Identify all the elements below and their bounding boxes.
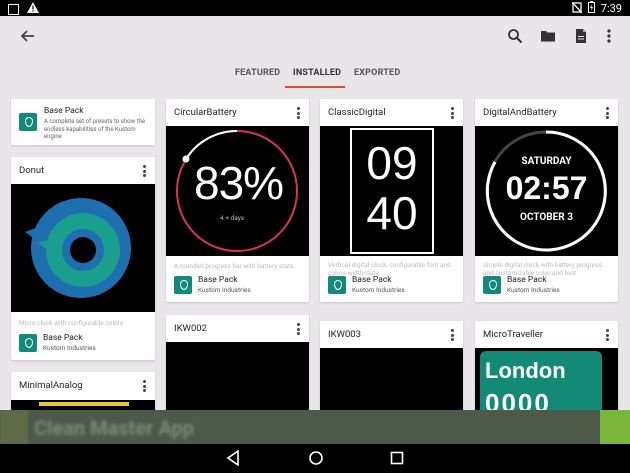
clock-day: SATURDAY: [521, 156, 572, 167]
ad-banner[interactable]: Clean Master App: [0, 410, 630, 444]
minimalanalog-preview: [11, 400, 155, 410]
card-title: DigitalAndBattery: [483, 107, 557, 118]
clock-time: 02:57: [505, 170, 588, 206]
nav-back-icon[interactable]: [226, 449, 240, 470]
card-description: A rounded progress bar with battery stat…: [174, 262, 294, 270]
author-company: Kustom Industries: [352, 286, 405, 294]
ad-install-button[interactable]: [600, 410, 630, 444]
card-author: Base Pack Kustom Industries: [19, 333, 96, 352]
author-logo: [174, 275, 192, 294]
card-menu-icon[interactable]: [451, 329, 455, 341]
card-menu-icon[interactable]: [297, 323, 301, 335]
tab-bar: FEATURED INSTALLED EXPORTED: [0, 58, 630, 88]
screenshot-icon: [8, 3, 19, 15]
digitalandbattery-preview: SATURDAY 02:57 OCTOBER 3: [475, 126, 618, 256]
nav-recents-icon[interactable]: [390, 450, 404, 470]
clock-date: OCTOBER 3: [520, 212, 573, 223]
author-logo: [328, 275, 346, 294]
preset-card-circularbattery[interactable]: CircularBattery 83% 4 + days A rounded p…: [166, 99, 309, 302]
preset-card-donut[interactable]: Donut Micro clock with configurable colo…: [11, 157, 155, 360]
card-menu-icon[interactable]: [606, 329, 610, 341]
more-vert-icon[interactable]: [606, 28, 612, 44]
card-title: IKW002: [174, 323, 207, 334]
clock-minutes: 40: [366, 187, 418, 239]
card-title: CircularBattery: [174, 107, 237, 118]
folder-icon[interactable]: [540, 28, 556, 44]
traveller-digits: 0000: [485, 388, 551, 410]
warning-icon: [27, 2, 39, 16]
ad-text: Clean Master App: [34, 416, 195, 440]
battery-charging-icon: [587, 1, 595, 16]
tab-featured[interactable]: FEATURED: [235, 68, 280, 78]
ikw002-preview: [166, 342, 309, 410]
preset-card-classicdigital[interactable]: ClassicDigital 09 40 Vertical digital cl…: [320, 99, 463, 302]
tab-installed[interactable]: INSTALLED: [293, 68, 341, 78]
ikw003-preview: [320, 348, 463, 410]
ad-image: [0, 410, 28, 444]
base-pack-card[interactable]: Base Pack A complete set of presets to s…: [11, 99, 155, 145]
microtraveller-preview: London 0000: [475, 348, 618, 410]
clock-hours: 09: [366, 137, 418, 189]
preset-card-ikw002[interactable]: IKW002: [166, 315, 309, 410]
classicdigital-preview: 09 40: [320, 126, 463, 256]
card-title: MicroTraveller: [483, 329, 544, 340]
author-company: Kustom Industries: [43, 344, 96, 352]
card-menu-icon[interactable]: [143, 165, 147, 177]
document-icon[interactable]: [573, 28, 589, 44]
author-logo: [19, 333, 37, 352]
card-menu-icon[interactable]: [451, 107, 455, 119]
card-author: Base Pack Kustom Industries: [328, 275, 405, 294]
preset-card-microtraveller[interactable]: MicroTraveller London 0000: [475, 321, 618, 410]
base-pack-logo: [19, 113, 37, 131]
author-name: Base Pack: [352, 275, 392, 285]
card-description: Micro clock with configurable colors: [19, 319, 124, 327]
preset-card-minimalanalog[interactable]: MinimalAnalog: [11, 372, 155, 410]
preset-grid: Base Pack A complete set of presets to s…: [0, 88, 630, 410]
author-logo: [483, 275, 501, 294]
card-title: Donut: [19, 165, 45, 176]
battery-subtext: 4 + days: [220, 214, 245, 222]
author-name: Base Pack: [507, 275, 547, 285]
card-author: Base Pack Kustom Industries: [483, 275, 560, 294]
card-author: Base Pack Kustom Industries: [174, 275, 251, 294]
author-name: Base Pack: [43, 333, 83, 343]
preset-card-digitalandbattery[interactable]: DigitalAndBattery SATURDAY 02:57 OCTOBER…: [475, 99, 618, 302]
traveller-city: London: [485, 358, 566, 383]
base-pack-description: A complete set of presets to show the en…: [44, 118, 146, 140]
card-menu-icon[interactable]: [606, 107, 610, 119]
search-icon[interactable]: [507, 28, 523, 44]
card-title: ClassicDigital: [328, 107, 386, 118]
preset-card-ikw003[interactable]: IKW003: [320, 321, 463, 410]
navigation-bar: [0, 444, 630, 473]
author-company: Kustom Industries: [198, 286, 251, 294]
author-company: Kustom Industries: [507, 286, 560, 294]
circularbattery-preview: 83% 4 + days: [166, 126, 309, 256]
card-menu-icon[interactable]: [143, 380, 147, 392]
mute-icon: [571, 1, 583, 16]
status-bar: 7:39: [0, 0, 630, 16]
back-arrow-icon[interactable]: [18, 26, 38, 46]
battery-percent: 83%: [194, 157, 284, 209]
status-time: 7:39: [600, 2, 622, 15]
card-title: IKW003: [328, 329, 361, 340]
donut-preview: [11, 184, 155, 312]
tab-exported[interactable]: EXPORTED: [354, 68, 400, 78]
app-bar: [0, 16, 630, 58]
card-menu-icon[interactable]: [297, 107, 301, 119]
nav-home-icon[interactable]: [308, 450, 324, 470]
base-pack-title: Base Pack: [44, 106, 84, 116]
card-title: MinimalAnalog: [19, 380, 83, 391]
author-name: Base Pack: [198, 275, 238, 285]
